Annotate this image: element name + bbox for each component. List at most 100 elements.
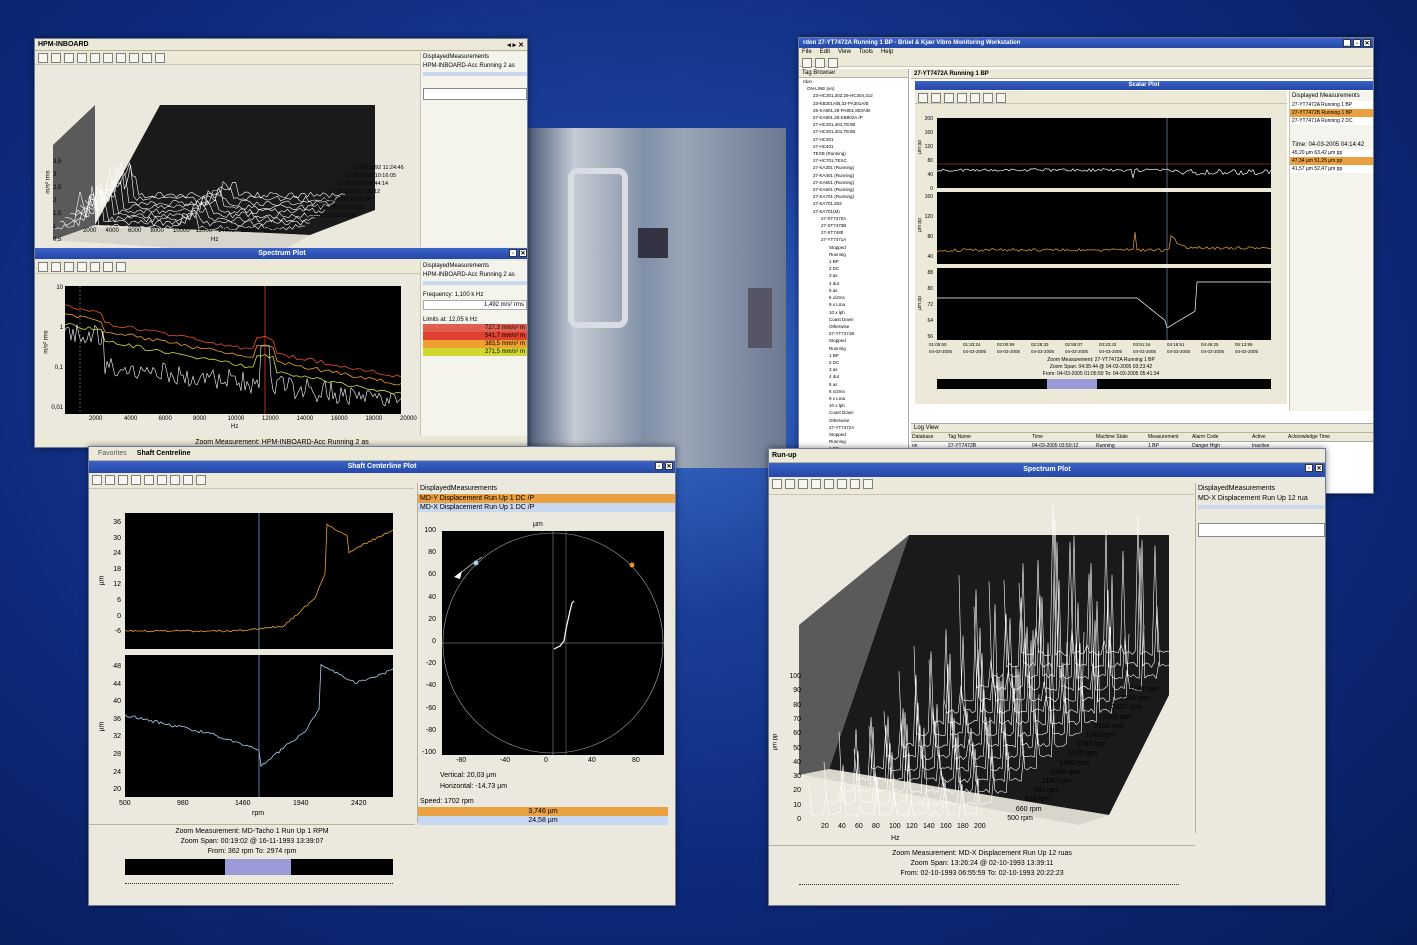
restore-icon[interactable]: ▫ bbox=[655, 462, 663, 470]
slider-track[interactable] bbox=[799, 884, 1179, 885]
tree-item[interactable]: 5 as bbox=[799, 287, 908, 294]
log-column-header[interactable]: Alarm Code bbox=[1191, 433, 1251, 441]
tool-icon[interactable] bbox=[131, 475, 141, 485]
tool-icon[interactable] bbox=[38, 262, 48, 272]
scrollbar[interactable] bbox=[423, 281, 527, 285]
runup-tab[interactable]: Run-up bbox=[769, 449, 1325, 463]
tree-item[interactable]: 27-HC301,401,TEXB bbox=[799, 128, 908, 135]
tree-item[interactable]: 27-YT7471B bbox=[799, 330, 908, 337]
tree-item[interactable]: 10 x lph bbox=[799, 309, 908, 316]
overview-strip[interactable] bbox=[937, 379, 1271, 389]
tree-item[interactable]: 3 as bbox=[799, 272, 908, 279]
tree-item[interactable]: 1 BP bbox=[799, 352, 908, 359]
tree-item[interactable]: Stopped bbox=[799, 244, 908, 251]
forward-icon[interactable] bbox=[815, 58, 825, 68]
restore-icon[interactable]: ▫ bbox=[1305, 464, 1313, 472]
tree-item[interactable]: 25-KA801,25-PA801,803A/B bbox=[799, 107, 908, 114]
polar-plot[interactable] bbox=[442, 531, 664, 755]
tool-icon[interactable] bbox=[90, 262, 100, 272]
tree-item[interactable]: 27-KA701,502 bbox=[799, 200, 908, 207]
tool-icon[interactable] bbox=[811, 479, 821, 489]
close-icon[interactable]: ✕ bbox=[1363, 39, 1371, 47]
grid-icon[interactable] bbox=[157, 475, 167, 485]
tool-icon[interactable] bbox=[824, 479, 834, 489]
maximize-icon[interactable]: ▫ bbox=[1353, 39, 1361, 47]
tree-item[interactable]: 2 DC bbox=[799, 359, 908, 366]
tree-item[interactable]: Coast Down bbox=[799, 316, 908, 323]
tool-icon[interactable] bbox=[77, 53, 87, 63]
tool-icon[interactable] bbox=[142, 53, 152, 63]
tab-shaft-centreline[interactable]: Shaft Centreline bbox=[133, 450, 195, 457]
tree-item[interactable]: 4 dut bbox=[799, 280, 908, 287]
tool-icon[interactable] bbox=[183, 475, 193, 485]
spectrum-plot[interactable] bbox=[65, 286, 401, 414]
tab-favorites[interactable]: Favorites bbox=[92, 450, 133, 457]
tool-icon[interactable] bbox=[970, 93, 980, 103]
log-column-header[interactable]: Measurement bbox=[1147, 433, 1191, 441]
tree-item[interactable]: ON-LINE (en) bbox=[799, 85, 908, 92]
tool-icon[interactable] bbox=[837, 479, 847, 489]
tree-item[interactable]: Otherwise bbox=[799, 417, 908, 424]
overview-strip[interactable] bbox=[125, 859, 393, 875]
tree-item[interactable]: 27-KA701(M) bbox=[799, 208, 908, 215]
scalar-plot-1[interactable] bbox=[937, 118, 1271, 188]
log-column-header[interactable]: Time bbox=[1031, 433, 1095, 441]
tree-item[interactable]: 27-KA301 (Running) bbox=[799, 164, 908, 171]
menu-item[interactable]: View bbox=[838, 49, 851, 55]
tree-item[interactable]: 27-ST7470B bbox=[799, 222, 908, 229]
close-icon[interactable]: ✕ bbox=[519, 249, 527, 257]
tree-item[interactable]: 5 as bbox=[799, 381, 908, 388]
scalar-plot-3[interactable] bbox=[937, 268, 1271, 340]
tree-item[interactable]: Stopped bbox=[799, 337, 908, 344]
panel-tab[interactable]: 27-YT7472A Running 1 BP bbox=[911, 69, 1374, 79]
scalar-plot-2[interactable] bbox=[937, 192, 1271, 264]
tool-icon[interactable] bbox=[957, 93, 967, 103]
tool-icon[interactable] bbox=[51, 53, 61, 63]
tool-icon[interactable] bbox=[170, 475, 180, 485]
tool-icon[interactable] bbox=[798, 479, 808, 489]
tool-icon[interactable] bbox=[38, 53, 48, 63]
tool-icon[interactable] bbox=[103, 53, 113, 63]
tree-item[interactable]: Otherwise bbox=[799, 323, 908, 330]
tool-icon[interactable] bbox=[116, 53, 126, 63]
tool-icon[interactable] bbox=[51, 262, 61, 272]
tree-item[interactable]: 27-HC301,401,TEXB bbox=[799, 121, 908, 128]
tool-icon[interactable] bbox=[90, 53, 100, 63]
tree-item[interactable]: 27-KA601 (Running) bbox=[799, 186, 908, 193]
tool-icon[interactable] bbox=[103, 262, 113, 272]
menu-item[interactable]: Edit bbox=[820, 49, 830, 55]
tool-icon[interactable] bbox=[772, 479, 782, 489]
tree-item[interactable]: 3 as bbox=[799, 366, 908, 373]
tool-icon[interactable] bbox=[118, 475, 128, 485]
meas-row[interactable]: HPM-INBOARD-Acc Running 2 as bbox=[421, 271, 528, 279]
tree-item[interactable]: 27-ST7480 bbox=[799, 229, 908, 236]
meas-row-y[interactable]: MD-Y Displacement Run Up 1 DC /P bbox=[418, 494, 675, 503]
tool-icon[interactable] bbox=[105, 475, 115, 485]
grid-icon[interactable] bbox=[996, 93, 1006, 103]
meas-row[interactable]: MD-X Displacement Run Up 12 rua bbox=[1196, 494, 1326, 503]
meas-row-x[interactable]: MD-X Displacement Run Up 1 DC /P bbox=[418, 503, 675, 512]
tree-item[interactable]: 27-HC401 bbox=[799, 143, 908, 150]
tool-icon[interactable] bbox=[77, 262, 87, 272]
tool-icon[interactable] bbox=[983, 93, 993, 103]
tree-item[interactable]: 9 x Lma bbox=[799, 395, 908, 402]
tree-item[interactable]: 27-KA401 (Running) bbox=[799, 172, 908, 179]
tree-item[interactable]: 2 DC bbox=[799, 265, 908, 272]
tool-icon[interactable] bbox=[850, 479, 860, 489]
refresh-icon[interactable] bbox=[828, 58, 838, 68]
menu-item[interactable]: Tools bbox=[859, 49, 873, 55]
scrollbar[interactable] bbox=[423, 72, 527, 76]
tree-item[interactable]: 6 x/2ms bbox=[799, 388, 908, 395]
log-column-header[interactable]: Database bbox=[911, 433, 947, 441]
back-icon[interactable] bbox=[802, 58, 812, 68]
menu-item[interactable]: File bbox=[802, 49, 812, 55]
tool-icon[interactable] bbox=[144, 475, 154, 485]
tree-item[interactable]: 27-HC301 bbox=[799, 136, 908, 143]
restore-icon[interactable]: ▫ bbox=[509, 249, 517, 257]
tree-item[interactable]: 6 x/2ms bbox=[799, 294, 908, 301]
nav-arrows-icon[interactable]: ◂ ▸ ✕ bbox=[507, 41, 524, 49]
shaft-plot-y[interactable] bbox=[125, 513, 393, 649]
log-column-header[interactable]: Acknowledge Time bbox=[1287, 433, 1345, 441]
tool-icon[interactable] bbox=[931, 93, 941, 103]
meas-row[interactable]: HPM-INBOARD-Acc Running 2 as bbox=[421, 62, 528, 70]
